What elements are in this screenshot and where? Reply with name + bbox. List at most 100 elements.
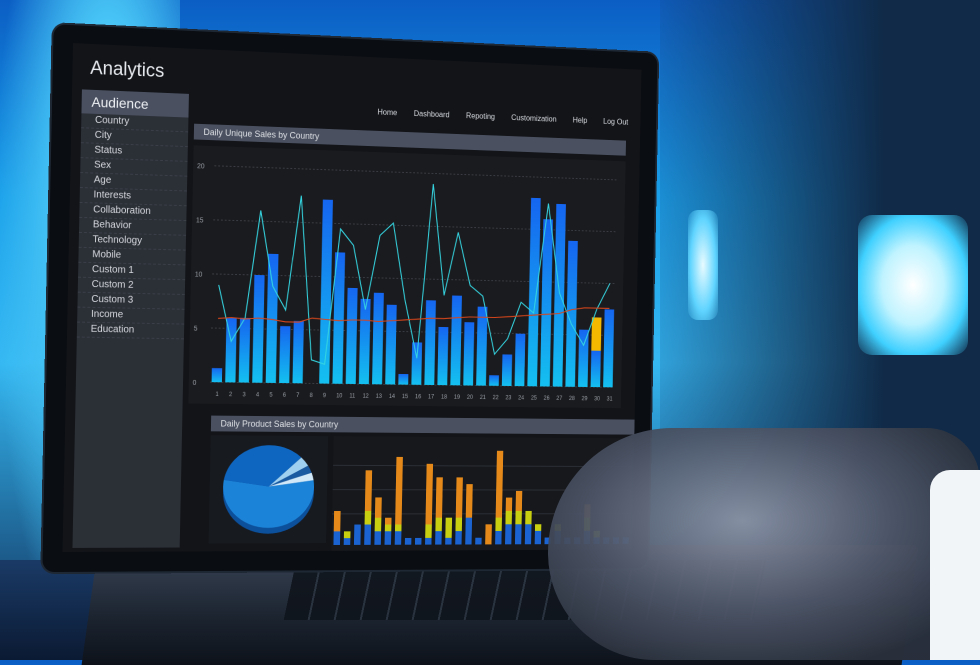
stacked-bar-segment — [365, 470, 372, 511]
stacked-bar-segment — [455, 518, 462, 531]
x-tick-label: 14 — [389, 394, 396, 400]
bar — [591, 351, 601, 388]
daily-unique-sales-chart: 0510152012345678910111213141516171819202… — [188, 145, 625, 408]
stacked-bar-segment — [465, 518, 472, 545]
x-tick-label: 20 — [467, 395, 474, 401]
bar — [476, 307, 487, 386]
stacked-bar-segment — [385, 524, 392, 531]
bar — [424, 300, 436, 385]
sidebar-item-education[interactable]: Education — [77, 323, 184, 340]
stacked-bar-segment — [535, 531, 542, 544]
background-lamp-mid — [688, 210, 718, 320]
nav-help[interactable]: Help — [573, 116, 588, 125]
x-tick-label: 30 — [594, 397, 601, 403]
stacked-bar-segment — [496, 451, 504, 518]
x-tick-label: 25 — [531, 396, 538, 402]
stacked-bar-segment — [505, 524, 512, 544]
stacked-bar-segment — [395, 531, 402, 545]
highlight-bar — [591, 317, 601, 350]
x-tick-label: 15 — [402, 394, 409, 400]
x-tick-label: 29 — [581, 396, 588, 402]
x-tick-label: 26 — [544, 396, 551, 402]
stacked-bar-segment — [506, 498, 513, 511]
stacked-bar-segment — [395, 524, 402, 531]
top-nav: Home Dashboard Repoting Customization He… — [377, 108, 628, 127]
stacked-bar-segment — [415, 538, 422, 545]
x-tick-label: 21 — [480, 395, 487, 401]
stacked-bar-segment — [525, 511, 532, 524]
stacked-bar-segment — [354, 525, 361, 545]
stacked-bar-segment — [505, 511, 512, 524]
bar — [515, 334, 526, 387]
stacked-bar-segment — [525, 524, 532, 544]
stacked-bar-segment — [385, 518, 392, 525]
laptop-screen: Analytics Home Dashboard Repoting Custom… — [63, 43, 642, 552]
y-tick-label: 20 — [197, 163, 205, 170]
x-tick-label: 10 — [336, 393, 343, 399]
stacked-bar-segment — [485, 524, 492, 544]
nav-home[interactable]: Home — [377, 108, 397, 118]
x-tick-label: 16 — [415, 394, 422, 400]
stacked-bar-segment — [445, 538, 452, 545]
stacked-bar-segment — [495, 518, 502, 531]
bar — [502, 354, 512, 386]
bar — [346, 288, 358, 384]
bar — [239, 318, 251, 383]
stacked-bar-segment — [456, 477, 463, 517]
y-tick-label: 10 — [195, 272, 203, 279]
y-tick-label: 15 — [196, 217, 204, 224]
stacked-bar-segment — [344, 531, 351, 538]
stacked-bar-segment — [395, 457, 403, 525]
y-tick-label: 5 — [194, 326, 198, 333]
stacked-bar-segment — [364, 525, 371, 545]
sidebar: Audience CountryCityStatusSexAgeInterest… — [72, 89, 188, 548]
nav-logout[interactable]: Log Out — [603, 117, 628, 127]
bar — [279, 326, 290, 383]
bar — [359, 299, 371, 384]
stacked-bar-segment — [445, 518, 452, 538]
stacked-bar-segment — [334, 511, 341, 531]
stacked-bar-segment — [455, 531, 462, 544]
x-tick-label: 23 — [505, 395, 512, 401]
stacked-bar-segment — [435, 531, 442, 544]
nav-reporting[interactable]: Repoting — [466, 111, 495, 121]
bar — [385, 305, 397, 385]
bar — [411, 342, 422, 385]
pie-chart-container — [209, 435, 329, 543]
x-tick-label: 28 — [569, 396, 576, 402]
stacked-bar-segment — [515, 511, 522, 524]
bar — [603, 309, 614, 387]
app-title: Analytics — [90, 58, 165, 83]
stacked-bar-segment — [405, 538, 412, 545]
x-tick-label: 24 — [518, 396, 525, 402]
x-tick-label: 11 — [349, 394, 356, 400]
bar — [372, 293, 384, 385]
stacked-bar-segment — [344, 538, 351, 545]
panel-title-bottom: Daily Product Sales by Country — [211, 416, 635, 435]
stacked-bar-segment — [495, 531, 502, 544]
stacked-bar-segment — [436, 477, 443, 517]
x-tick-label: 31 — [607, 397, 614, 403]
background-lamp-right — [858, 215, 968, 355]
stacked-bar-segment — [333, 531, 340, 545]
stacked-bar-segment — [374, 531, 381, 545]
stacked-bar-segment — [515, 524, 522, 544]
nav-customization[interactable]: Customization — [511, 113, 557, 123]
x-tick-label: 12 — [363, 394, 370, 400]
product-sales-pie — [209, 435, 329, 543]
nav-dashboard[interactable]: Dashboard — [414, 109, 450, 119]
bar — [450, 296, 462, 386]
bar — [225, 317, 237, 382]
y-tick-label: 0 — [193, 380, 197, 387]
x-tick-label: 19 — [454, 395, 461, 401]
bar — [463, 322, 474, 385]
x-tick-label: 17 — [428, 395, 435, 401]
stacked-bar-segment — [516, 491, 523, 511]
stacked-bar-segment — [365, 511, 372, 525]
stacked-bar-segment — [425, 464, 433, 525]
hand — [548, 428, 980, 660]
x-tick-label: 13 — [376, 394, 383, 400]
bar — [212, 368, 223, 382]
stacked-bar-segment — [535, 524, 541, 531]
stacked-bar-segment — [475, 538, 481, 545]
